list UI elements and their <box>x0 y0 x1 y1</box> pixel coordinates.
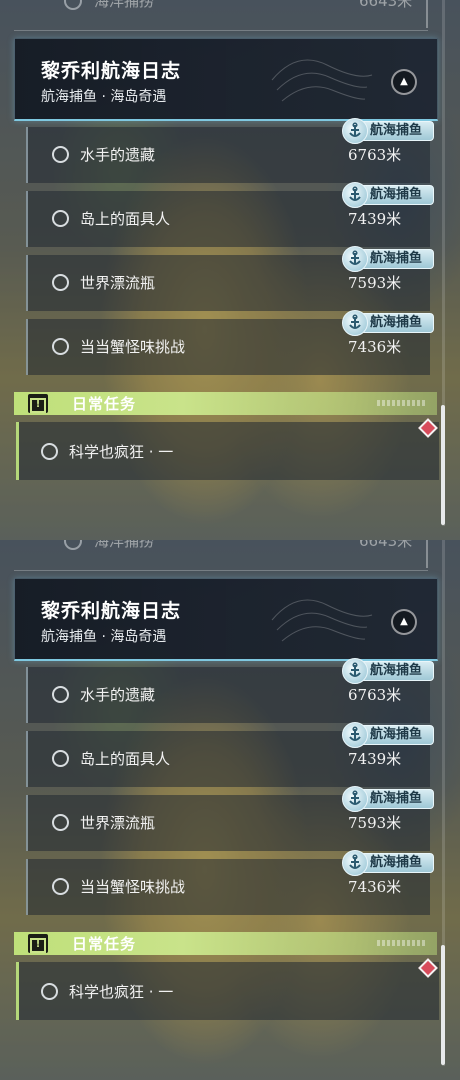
fishing-badge: 航海捕鱼 <box>338 850 434 876</box>
anchor-emblem-icon <box>342 786 368 812</box>
decoration-stripes <box>377 400 427 406</box>
quest-panel-bottom: 海洋捕捞 6643米 黎乔利航海日志 航海捕鱼 · 海岛奇遇 ▲ 航海捕鱼 水手… <box>0 540 460 1080</box>
quest-distance: 7593米 <box>348 274 402 292</box>
quest-status-circle-icon <box>64 540 82 550</box>
fishing-badge: 航海捕鱼 <box>338 658 434 684</box>
quest-name: 水手的遗藏 <box>80 146 156 164</box>
cut-quest-name: 海洋捕捞 <box>94 0 155 10</box>
quest-group-subtitle: 航海捕鱼 · 海岛奇遇 <box>41 89 167 105</box>
badge-label: 航海捕鱼 <box>358 313 434 333</box>
quest-item[interactable]: 航海捕鱼 岛上的面具人 7439米 <box>26 182 434 247</box>
divider <box>426 0 428 28</box>
quest-distance: 7436米 <box>348 338 402 356</box>
anchor-emblem-icon <box>342 182 368 208</box>
quest-group-header[interactable]: 黎乔利航海日志 航海捕鱼 · 海岛奇遇 ▲ <box>14 38 438 121</box>
badge-label: 航海捕鱼 <box>358 185 434 205</box>
quest-item[interactable]: 航海捕鱼 岛上的面具人 7439米 <box>26 722 434 787</box>
daily-quest-item[interactable]: 科学也疯狂 · 一 <box>16 422 439 480</box>
anchor-emblem-icon <box>342 722 368 748</box>
daily-quest-item[interactable]: 科学也疯狂 · 一 <box>16 962 439 1020</box>
quest-name: 世界漂流瓶 <box>80 274 156 292</box>
daily-quest-name: 科学也疯狂 · 一 <box>69 443 174 461</box>
fishing-badge: 航海捕鱼 <box>338 182 434 208</box>
badge-label: 航海捕鱼 <box>358 853 434 873</box>
anchor-emblem-icon <box>342 310 368 336</box>
chevron-up-icon[interactable]: ▲ <box>391 69 417 95</box>
quest-status-circle-icon <box>52 686 69 703</box>
quest-panel-top: 海洋捕捞 6643米 黎乔利航海日志 航海捕鱼 · 海岛奇遇 ▲ 航海捕鱼 水手… <box>0 0 460 540</box>
fishing-badge: 航海捕鱼 <box>338 786 434 812</box>
contour-map-decoration <box>271 599 373 642</box>
anchor-emblem-icon <box>342 118 368 144</box>
badge-label: 航海捕鱼 <box>358 249 434 269</box>
quest-name: 岛上的面具人 <box>80 210 171 228</box>
quest-item[interactable]: 航海捕鱼 水手的遗藏 6763米 <box>26 658 434 723</box>
alert-icon: ! <box>28 394 48 413</box>
cut-quest-name: 海洋捕捞 <box>94 540 155 550</box>
daily-tasks-title: 日常任务 <box>72 395 137 413</box>
daily-tasks-header[interactable]: ! 日常任务 <box>14 932 437 955</box>
quest-name: 岛上的面具人 <box>80 750 171 768</box>
alert-icon: ! <box>28 934 48 953</box>
decoration-stripes <box>377 940 427 946</box>
quest-name: 当当蟹怪味挑战 <box>80 878 186 896</box>
quest-name: 世界漂流瓶 <box>80 814 156 832</box>
daily-tasks-title: 日常任务 <box>72 935 137 953</box>
badge-label: 航海捕鱼 <box>358 121 434 141</box>
badge-label: 航海捕鱼 <box>358 661 434 681</box>
quest-status-circle-icon <box>52 274 69 291</box>
fishing-badge: 航海捕鱼 <box>338 722 434 748</box>
quest-status-circle-icon <box>41 443 58 460</box>
quest-item[interactable]: 航海捕鱼 当当蟹怪味挑战 7436米 <box>26 850 434 915</box>
quest-status-circle-icon <box>52 814 69 831</box>
scrollbar-thumb[interactable] <box>441 405 445 525</box>
quest-distance: 6763米 <box>348 146 402 164</box>
quest-status-circle-icon <box>52 146 69 163</box>
scrollbar-thumb[interactable] <box>441 945 445 1065</box>
quest-status-circle-icon <box>52 878 69 895</box>
quest-group-title: 黎乔利航海日志 <box>41 600 182 622</box>
fishing-badge: 航海捕鱼 <box>338 118 434 144</box>
cut-quest-distance: 6643米 <box>359 540 413 550</box>
quest-name: 水手的遗藏 <box>80 686 156 704</box>
quest-distance: 7436米 <box>348 878 402 896</box>
quest-status-circle-icon <box>52 750 69 767</box>
anchor-emblem-icon <box>342 658 368 684</box>
daily-quest-name: 科学也疯狂 · 一 <box>69 983 174 1001</box>
cut-quest-distance: 6643米 <box>359 0 413 10</box>
quest-group-title: 黎乔利航海日志 <box>41 60 182 82</box>
quest-group-header[interactable]: 黎乔利航海日志 航海捕鱼 · 海岛奇遇 ▲ <box>14 578 438 661</box>
quest-status-circle-icon <box>52 210 69 227</box>
quest-distance: 7439米 <box>348 210 402 228</box>
anchor-emblem-icon <box>342 246 368 272</box>
quest-distance: 6763米 <box>348 686 402 704</box>
chevron-up-icon[interactable]: ▲ <box>391 609 417 635</box>
badge-label: 航海捕鱼 <box>358 725 434 745</box>
quest-name: 当当蟹怪味挑战 <box>80 338 186 356</box>
quest-item[interactable]: 航海捕鱼 世界漂流瓶 7593米 <box>26 786 434 851</box>
cut-off-quest-item[interactable]: 海洋捕捞 6643米 <box>14 0 428 31</box>
cut-off-quest-item[interactable]: 海洋捕捞 6643米 <box>14 540 428 571</box>
quest-group-subtitle: 航海捕鱼 · 海岛奇遇 <box>41 629 167 645</box>
quest-item[interactable]: 航海捕鱼 水手的遗藏 6763米 <box>26 118 434 183</box>
fishing-badge: 航海捕鱼 <box>338 310 434 336</box>
quest-item[interactable]: 航海捕鱼 当当蟹怪味挑战 7436米 <box>26 310 434 375</box>
quest-status-circle-icon <box>41 983 58 1000</box>
divider <box>426 540 428 568</box>
daily-tasks-header[interactable]: ! 日常任务 <box>14 392 437 415</box>
fishing-badge: 航海捕鱼 <box>338 246 434 272</box>
quest-distance: 7439米 <box>348 750 402 768</box>
quest-status-circle-icon <box>64 0 82 10</box>
anchor-emblem-icon <box>342 850 368 876</box>
quest-item[interactable]: 航海捕鱼 世界漂流瓶 7593米 <box>26 246 434 311</box>
quest-distance: 7593米 <box>348 814 402 832</box>
quest-status-circle-icon <box>52 338 69 355</box>
contour-map-decoration <box>271 59 373 102</box>
badge-label: 航海捕鱼 <box>358 789 434 809</box>
